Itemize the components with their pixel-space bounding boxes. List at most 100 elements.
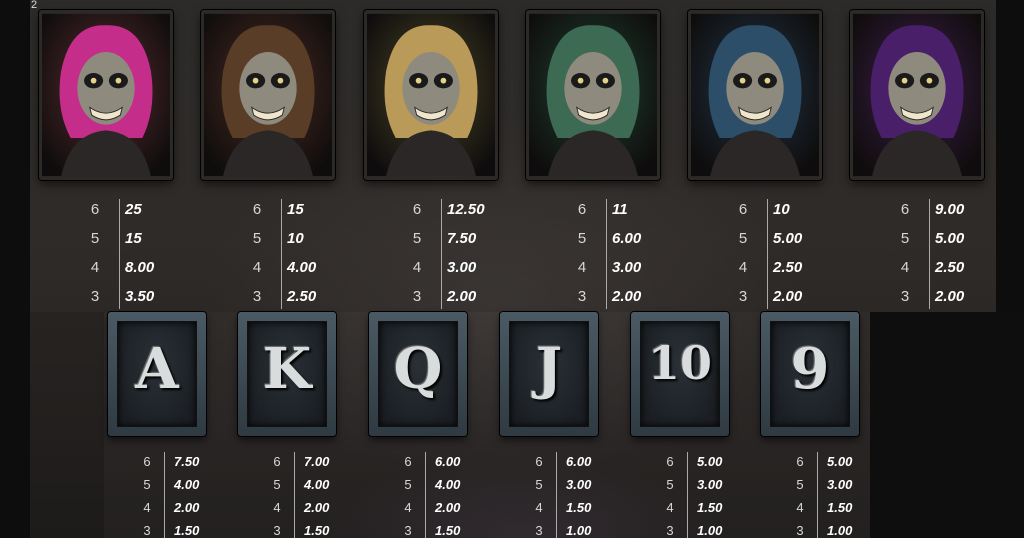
symbol-count: 5 (900, 230, 910, 247)
payout-value: 5.00 (935, 230, 965, 247)
number-9-symbol: 9 (761, 312, 859, 436)
payout-value: 5.00 (697, 454, 723, 469)
pay-row: 5 4.00 (138, 477, 218, 500)
pay-row: 6 15 (237, 201, 397, 230)
payout-value: 25 (125, 201, 142, 218)
payout-value: 3.00 (697, 477, 723, 492)
symbol-count: 5 (143, 477, 151, 492)
payout-value: 1.00 (827, 523, 853, 538)
symbol-count: 3 (273, 523, 281, 538)
pay-row: 6 7.50 (138, 454, 218, 477)
symbol-count: 4 (738, 259, 748, 276)
symbol-count: 3 (535, 523, 543, 538)
pay-row: 5 5.00 (885, 230, 1024, 259)
pay-row: 6 25 (75, 201, 235, 230)
letter-q-symbol: Q (369, 312, 467, 436)
pay-row: 5 10 (237, 230, 397, 259)
pay-row: 4 4.00 (237, 259, 397, 288)
symbol-count: 5 (535, 477, 543, 492)
symbol-count: 6 (143, 454, 151, 469)
symbol-count: 4 (535, 500, 543, 515)
payout-value: 6.00 (612, 230, 642, 247)
payout-value: 2.00 (612, 288, 642, 305)
symbol-count: 3 (796, 523, 804, 538)
payout-value: 2.50 (935, 259, 965, 276)
pay-row: 3 1.00 (530, 523, 610, 538)
zombie-portrait-icon (691, 13, 819, 177)
symbol-count: 4 (273, 500, 281, 515)
symbol-count: 5 (252, 230, 262, 247)
symbol-count: 6 (738, 201, 748, 218)
payout-value: 4.00 (287, 259, 317, 276)
payout-value: 1.50 (566, 500, 592, 515)
symbol-count: 5 (404, 477, 412, 492)
green-hair-zombie-symbol (526, 10, 660, 180)
pay-row: 4 1.50 (530, 500, 610, 523)
symbol-frame: 9 (770, 321, 850, 427)
zombie-portrait-icon (42, 13, 170, 177)
pay-row: 4 2.00 (399, 500, 479, 523)
symbol-count: 3 (90, 288, 100, 305)
pay-row: 6 10 (723, 201, 883, 230)
symbol-count: 6 (252, 201, 262, 218)
symbol-count: 3 (143, 523, 151, 538)
symbol-glyph: J (535, 336, 563, 402)
payout-value: 2.00 (435, 500, 461, 515)
symbol-glyph: Q (393, 336, 443, 402)
payout-value: 10 (773, 201, 790, 218)
symbol-count: 6 (577, 201, 587, 218)
pay-row: 4 2.50 (885, 259, 1024, 288)
pay-row: 5 3.00 (791, 477, 871, 500)
payout-value: 15 (287, 201, 304, 218)
payout-value: 5.00 (773, 230, 803, 247)
pay-row: 4 2.00 (268, 500, 348, 523)
cowboy-hat-zombie-symbol (201, 10, 335, 180)
pay-row: 5 5.00 (723, 230, 883, 259)
symbol-count: 5 (577, 230, 587, 247)
pay-row: 6 5.00 (791, 454, 871, 477)
symbol-count: 4 (404, 500, 412, 515)
pay-row: 3 1.00 (791, 523, 871, 538)
pay-row: 3 1.50 (399, 523, 479, 538)
payout-value: 5.00 (827, 454, 853, 469)
payout-value: 1.50 (435, 523, 461, 538)
payout-value: 1.00 (697, 523, 723, 538)
payout-value: 2.00 (304, 500, 330, 515)
symbol-count: 4 (143, 500, 151, 515)
payout-value: 3.00 (612, 259, 642, 276)
payout-value: 4.00 (435, 477, 461, 492)
payout-value: 2.00 (174, 500, 200, 515)
symbol-count: 3 (412, 288, 422, 305)
symbol-count: 3 (666, 523, 674, 538)
pay-row: 6 6.00 (399, 454, 479, 477)
payout-value: 3.50 (125, 288, 155, 305)
symbol-count: 6 (535, 454, 543, 469)
payout-value: 3.00 (827, 477, 853, 492)
low-symbols-panel (104, 312, 870, 538)
symbol-frame: Q (378, 321, 458, 427)
symbol-count: 6 (900, 201, 910, 218)
symbol-count: 5 (412, 230, 422, 247)
payout-value: 1.50 (827, 500, 853, 515)
pay-row: 3 1.00 (661, 523, 741, 538)
pay-row: 4 3.00 (397, 259, 557, 288)
payout-value: 1.50 (304, 523, 330, 538)
pay-row: 5 7.50 (397, 230, 557, 259)
payout-value: 3.00 (566, 477, 592, 492)
pay-row: 6 12.50 (397, 201, 557, 230)
payout-value: 2.00 (935, 288, 965, 305)
blonde-sunglasses-zombie-symbol (364, 10, 498, 180)
payout-value: 7.00 (304, 454, 330, 469)
pay-row: 4 1.50 (791, 500, 871, 523)
payout-value: 4.00 (174, 477, 200, 492)
payout-value: 2.50 (287, 288, 317, 305)
symbol-glyph: 10 (647, 336, 712, 390)
symbol-frame: J (509, 321, 589, 427)
pay-row: 3 2.00 (885, 288, 1024, 317)
letter-k-symbol: K (238, 312, 336, 436)
pay-row: 4 1.50 (661, 500, 741, 523)
symbol-count: 6 (412, 201, 422, 218)
pay-row: 3 1.50 (138, 523, 218, 538)
payout-value: 11 (612, 201, 628, 218)
symbol-count: 3 (252, 288, 262, 305)
